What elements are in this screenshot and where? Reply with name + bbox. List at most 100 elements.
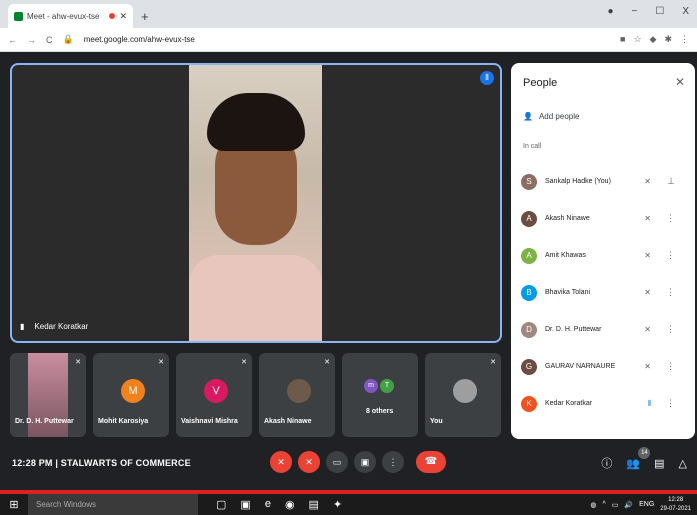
others-tile[interactable]: m T 8 others [342, 353, 418, 437]
lock-icon: 🔒 [62, 34, 74, 44]
add-people-button[interactable]: 👤 Add people [523, 112, 579, 121]
avatar: V [204, 379, 228, 403]
tab-title: Meet - ahw-evux-tse [27, 11, 100, 21]
list-item[interactable]: D Dr. D. H. Puttewar ✕ ⋮ [511, 311, 695, 348]
person-name: Bhavika Tolani [545, 289, 591, 296]
taskbar-search[interactable]: Search Windows [28, 494, 198, 515]
language-label[interactable]: ENG [639, 501, 654, 508]
pin-icon[interactable]: ⊥ [667, 176, 675, 187]
avatar: G [521, 358, 537, 375]
store-icon[interactable]: ▣ [240, 498, 250, 511]
mic-off-icon: ✕ [644, 177, 651, 186]
minimize-button[interactable]: − [632, 6, 638, 17]
main-video-stage[interactable]: ⦀ ▮ Kedar Koratkar [10, 63, 502, 343]
more-icon[interactable]: ⋮ [666, 287, 675, 298]
participant-tile[interactable]: ✕ V Vaishnavi Mishra [176, 353, 252, 437]
people-list: S Sankalp Hadke (You) ✕ ⊥ A Akash Ninawe ✕ ⋮ A… [511, 163, 695, 422]
mic-toggle-button[interactable]: ✕ [270, 451, 292, 473]
clock-time: 12:28 [668, 496, 684, 503]
task-view-icon[interactable]: ▢ [216, 498, 226, 511]
browser-tab[interactable]: Meet - ahw-evux-tse ✕ [8, 4, 133, 28]
tray-app-icon[interactable]: ◍ [590, 501, 596, 509]
network-icon[interactable]: ▭ [612, 501, 619, 509]
captions-button[interactable]: ▭ [326, 451, 348, 473]
more-icon[interactable]: ⋮ [666, 213, 675, 224]
more-options-button[interactable]: ⋮ [382, 451, 404, 473]
windows-start-icon[interactable]: ⊞ [0, 498, 28, 511]
clock[interactable]: 12:28 29-07-2021 [660, 496, 691, 514]
avatar: K [521, 395, 537, 412]
list-item[interactable]: S Sankalp Hadke (You) ✕ ⊥ [511, 163, 695, 200]
people-icon[interactable]: 👥 14 [626, 446, 651, 470]
speaker-video [189, 65, 322, 341]
speaking-icon: ⦀ [647, 398, 651, 408]
people-panel: People ✕ 👤 Add people In call S Sankalp H… [511, 63, 695, 439]
menu-icon[interactable]: ⋮ [680, 34, 689, 45]
close-panel-icon[interactable]: ✕ [675, 75, 685, 89]
participant-name: You [430, 418, 443, 425]
chrome-icon[interactable]: ◉ [285, 498, 295, 511]
info-icon[interactable]: ⓘ [601, 455, 612, 471]
person-name: Sankalp Hadke (You) [545, 178, 611, 185]
new-tab-button[interactable]: + [141, 9, 149, 24]
back-icon[interactable]: ← [8, 35, 17, 45]
avatar: D [521, 321, 537, 338]
self-tile[interactable]: ✕ You [425, 353, 501, 437]
meeting-info: 12:28 PM | STALWARTS OF COMMERCE [12, 458, 191, 468]
volume-icon[interactable]: 🔊 [624, 501, 633, 509]
close-window-button[interactable]: X [682, 6, 689, 17]
speaker-shirt [189, 255, 322, 341]
list-item[interactable]: K Kedar Koratkar ⦀ ⋮ [511, 385, 695, 422]
in-call-header: In call [523, 143, 542, 150]
pin-icon[interactable]: ▮ [20, 322, 24, 331]
side-controls: ⓘ 👥 14 ▤ △ [601, 446, 687, 471]
tab-strip: Meet - ahw-evux-tse ✕ + ● − ☐ X [0, 0, 697, 28]
avatar [453, 379, 477, 403]
end-call-button[interactable]: ☎ [416, 451, 446, 473]
list-item[interactable]: A Amit Khawas ✕ ⋮ [511, 237, 695, 274]
camera-toggle-button[interactable]: ✕ [298, 451, 320, 473]
edge-icon[interactable]: e [265, 498, 271, 511]
mic-off-icon: ✕ [75, 359, 81, 366]
maximize-button[interactable]: ☐ [655, 6, 664, 17]
chat-icon[interactable]: ▤ [654, 457, 664, 470]
reload-icon[interactable]: C [46, 35, 53, 45]
person-name: Amit Khawas [545, 252, 586, 259]
pdf-icon[interactable]: ✦ [333, 498, 342, 511]
system-tray: ◍ ^ ▭ 🔊 ENG 12:28 29-07-2021 [590, 496, 697, 514]
chevron-up-icon[interactable]: ^ [602, 501, 605, 508]
more-icon[interactable]: ⋮ [666, 361, 675, 372]
extension-icon[interactable]: ◆ [650, 34, 657, 45]
participant-tile[interactable]: ✕ Akash Ninawe [259, 353, 335, 437]
participant-name: Vaishnavi Mishra [181, 418, 238, 425]
profile-icon[interactable]: ● [607, 6, 613, 17]
avatar: B [521, 284, 537, 301]
speaker-hair [207, 93, 305, 151]
camera-icon[interactable]: ■ [620, 34, 625, 45]
activities-icon[interactable]: △ [679, 457, 687, 470]
puzzle-icon[interactable]: ✱ [664, 34, 672, 45]
tab-close-icon[interactable]: ✕ [119, 11, 127, 22]
person-name: Dr. D. H. Puttewar [545, 326, 602, 333]
list-item[interactable]: B Bhavika Tolani ✕ ⋮ [511, 274, 695, 311]
avatar: m [364, 379, 378, 393]
more-icon[interactable]: ⋮ [666, 324, 675, 335]
url-field[interactable]: meet.google.com/ahw-evux-tse [84, 35, 195, 44]
people-count-badge: 14 [638, 446, 651, 459]
more-icon[interactable]: ⋮ [666, 250, 675, 261]
forward-icon[interactable]: → [27, 35, 36, 45]
participant-tile[interactable]: ✕ Dr. D. H. Puttewar [10, 353, 86, 437]
more-icon[interactable]: ⋮ [666, 398, 675, 409]
list-item[interactable]: G GAURAV NARNAURE ✕ ⋮ [511, 348, 695, 385]
mic-off-icon: ✕ [644, 251, 651, 260]
star-icon[interactable]: ☆ [633, 34, 641, 45]
extensions-area: ■ ☆ ◆ ✱ ⋮ [620, 34, 689, 45]
explorer-icon[interactable]: ▤ [309, 498, 319, 511]
windows-taskbar: ⊞ Search Windows ▢ ▣ e ◉ ▤ ✦ ◍ ^ ▭ 🔊 ENG… [0, 490, 697, 515]
pinned-apps: ▢ ▣ e ◉ ▤ ✦ [216, 498, 342, 511]
participant-tile[interactable]: ✕ M Mohit Karosiya [93, 353, 169, 437]
address-bar: ← → C 🔒 meet.google.com/ahw-evux-tse ■ ☆… [0, 28, 697, 52]
others-label: 8 others [366, 408, 394, 415]
present-button[interactable]: ▣ [354, 451, 376, 473]
list-item[interactable]: A Akash Ninawe ✕ ⋮ [511, 200, 695, 237]
